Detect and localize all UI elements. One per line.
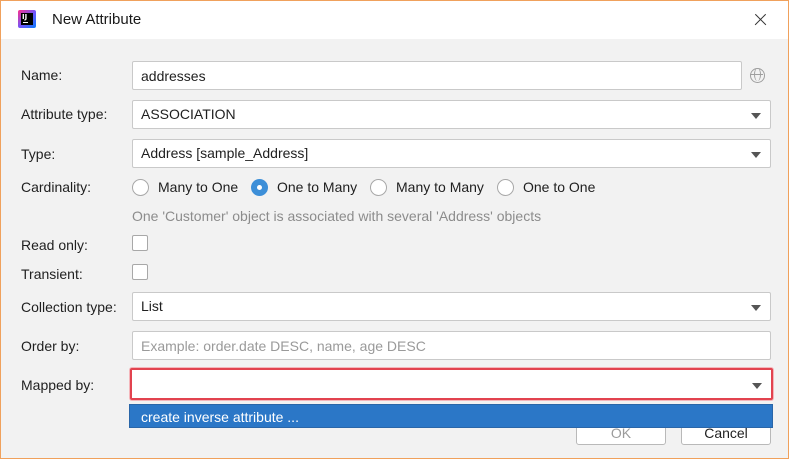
mapped-by-dropdown-list: create inverse attribute ... [129, 404, 773, 428]
radio-label: One to One [523, 179, 596, 195]
globe-icon[interactable] [750, 68, 765, 83]
transient-checkbox[interactable] [132, 264, 148, 280]
chevron-down-icon [751, 113, 761, 119]
type-select[interactable]: Address [sample_Address] [132, 139, 771, 168]
radio-label: Many to One [158, 179, 239, 195]
transient-label: Transient: [21, 266, 83, 282]
read-only-label: Read only: [21, 237, 88, 253]
attribute-type-select[interactable]: ASSOCIATION [132, 100, 771, 129]
mapped-by-label: Mapped by: [21, 377, 95, 393]
chevron-down-icon [752, 383, 762, 389]
type-value: Address [sample_Address] [141, 145, 309, 161]
mapped-by-select[interactable] [130, 368, 773, 400]
close-icon[interactable] [749, 9, 771, 31]
order-by-input[interactable] [132, 331, 771, 360]
name-label: Name: [21, 67, 63, 83]
collection-type-select[interactable]: List [132, 292, 771, 321]
cardinality-label: Cardinality: [21, 179, 92, 195]
attribute-type-value: ASSOCIATION [141, 106, 236, 122]
name-input[interactable] [132, 61, 742, 90]
radio-many-to-one[interactable]: Many to One [132, 178, 238, 196]
create-inverse-attribute-option[interactable]: create inverse attribute ... [141, 409, 299, 425]
radio-one-to-one[interactable]: One to One [497, 178, 595, 196]
radio-label: One to Many [277, 179, 358, 195]
dialog-title: New Attribute [52, 11, 142, 28]
radio-one-to-many[interactable]: One to Many [251, 178, 357, 196]
radio-label: Many to Many [396, 179, 484, 195]
type-label: Type: [21, 146, 56, 162]
order-by-label: Order by: [21, 338, 80, 354]
intellij-app-icon: IJ [18, 10, 36, 28]
radio-circle [132, 178, 149, 196]
new-attribute-dialog: IJ New Attribute Name: Attribute type: A… [0, 0, 789, 459]
collection-type-label: Collection type: [21, 299, 117, 315]
read-only-checkbox[interactable] [132, 235, 148, 251]
attribute-type-label: Attribute type: [21, 106, 108, 122]
cardinality-hint: One 'Customer' object is associated with… [132, 208, 542, 224]
radio-many-to-many[interactable]: Many to Many [370, 178, 484, 196]
radio-circle [370, 178, 387, 196]
chevron-down-icon [751, 152, 761, 158]
collection-type-value: List [141, 298, 163, 314]
radio-circle-selected [251, 178, 268, 196]
title-bar: IJ New Attribute [1, 1, 788, 39]
chevron-down-icon [751, 305, 761, 311]
radio-circle [497, 178, 514, 196]
